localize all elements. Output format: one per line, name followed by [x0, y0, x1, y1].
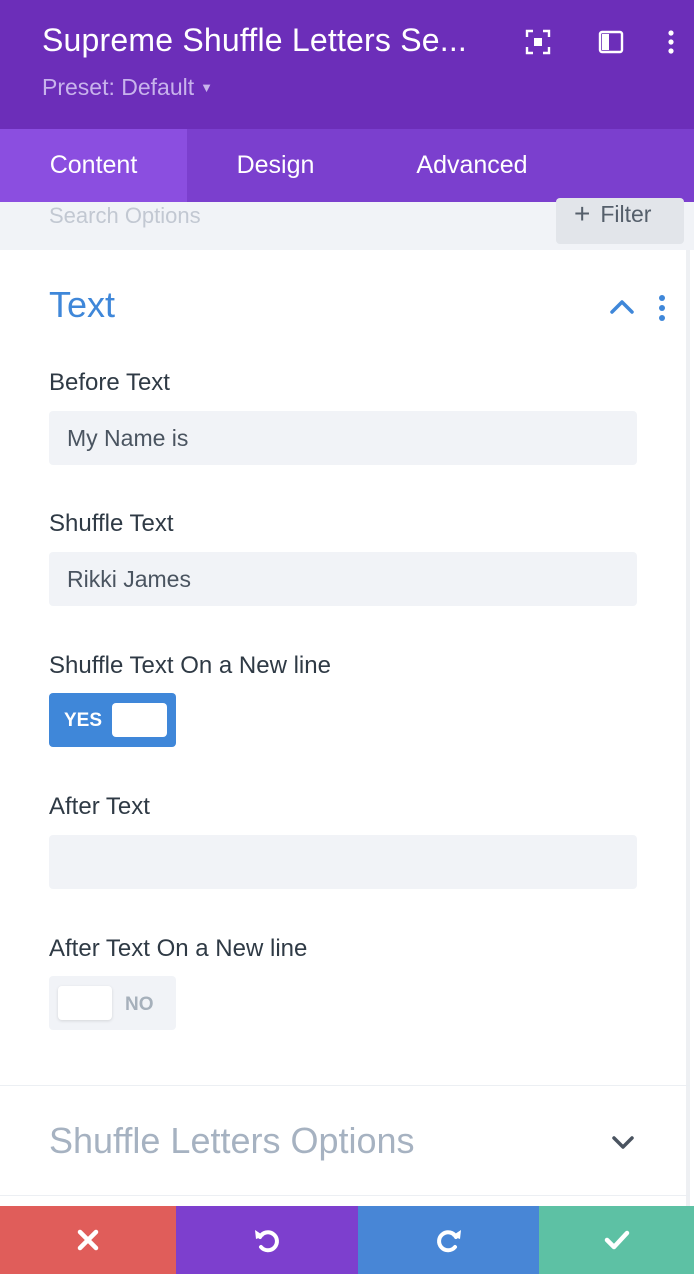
toggle-knob: [112, 703, 167, 737]
cancel-button[interactable]: [0, 1206, 176, 1274]
action-bar: [0, 1206, 694, 1274]
undo-button[interactable]: [176, 1206, 358, 1274]
before-text-input[interactable]: My Name is: [49, 411, 637, 465]
tab-bar: Content Design Advanced: [0, 129, 694, 202]
preset-label: Preset: Default: [42, 74, 195, 100]
plus-icon: +: [574, 198, 591, 229]
check-icon: [604, 1230, 629, 1250]
fullscreen-icon[interactable]: [524, 28, 552, 56]
section-title-shuffle-options[interactable]: Shuffle Letters Options: [49, 1120, 415, 1162]
more-vertical-icon[interactable]: [657, 28, 685, 56]
section-title-text[interactable]: Text: [49, 284, 115, 326]
section-divider: [0, 1195, 690, 1196]
after-text-label: After Text: [49, 793, 150, 820]
close-icon: [77, 1229, 99, 1251]
shuffle-newline-label: Shuffle Text On a New line: [49, 652, 331, 679]
after-newline-label: After Text On a New line: [49, 935, 308, 962]
module-title: Supreme Shuffle Letters Se...: [42, 22, 468, 58]
redo-icon: [436, 1230, 461, 1253]
shuffle-text-input[interactable]: Rikki James: [49, 552, 637, 606]
after-newline-toggle[interactable]: NO: [49, 976, 176, 1030]
search-bar: Search Options + Filter: [0, 198, 694, 250]
undo-icon: [255, 1230, 279, 1253]
tab-design[interactable]: Design: [187, 129, 364, 202]
section-divider: [0, 1085, 690, 1086]
preset-selector[interactable]: Preset: Default ▼: [42, 74, 213, 101]
filter-label: Filter: [600, 201, 652, 227]
split-view-icon[interactable]: [597, 28, 625, 56]
toggle-knob: [58, 986, 112, 1020]
before-text-label: Before Text: [49, 369, 170, 396]
chevron-up-icon[interactable]: [608, 297, 636, 317]
caret-down-icon: ▼: [200, 80, 214, 95]
tab-advanced[interactable]: Advanced: [364, 129, 580, 202]
redo-button[interactable]: [358, 1206, 539, 1274]
shuffle-text-label: Shuffle Text: [49, 510, 174, 537]
shuffle-newline-toggle[interactable]: YES: [49, 693, 176, 747]
after-text-input[interactable]: [49, 835, 637, 889]
toggle-state: YES: [64, 710, 103, 731]
modal-header: Supreme Shuffle Letters Se... Preset: De…: [0, 0, 694, 129]
filter-button[interactable]: + Filter: [556, 198, 684, 244]
tab-content[interactable]: Content: [0, 129, 187, 202]
chevron-down-icon[interactable]: [610, 1133, 636, 1151]
section-more-icon[interactable]: [655, 294, 669, 322]
save-button[interactable]: [539, 1206, 694, 1274]
toggle-state: NO: [125, 994, 154, 1015]
search-input[interactable]: Search Options: [49, 202, 201, 230]
